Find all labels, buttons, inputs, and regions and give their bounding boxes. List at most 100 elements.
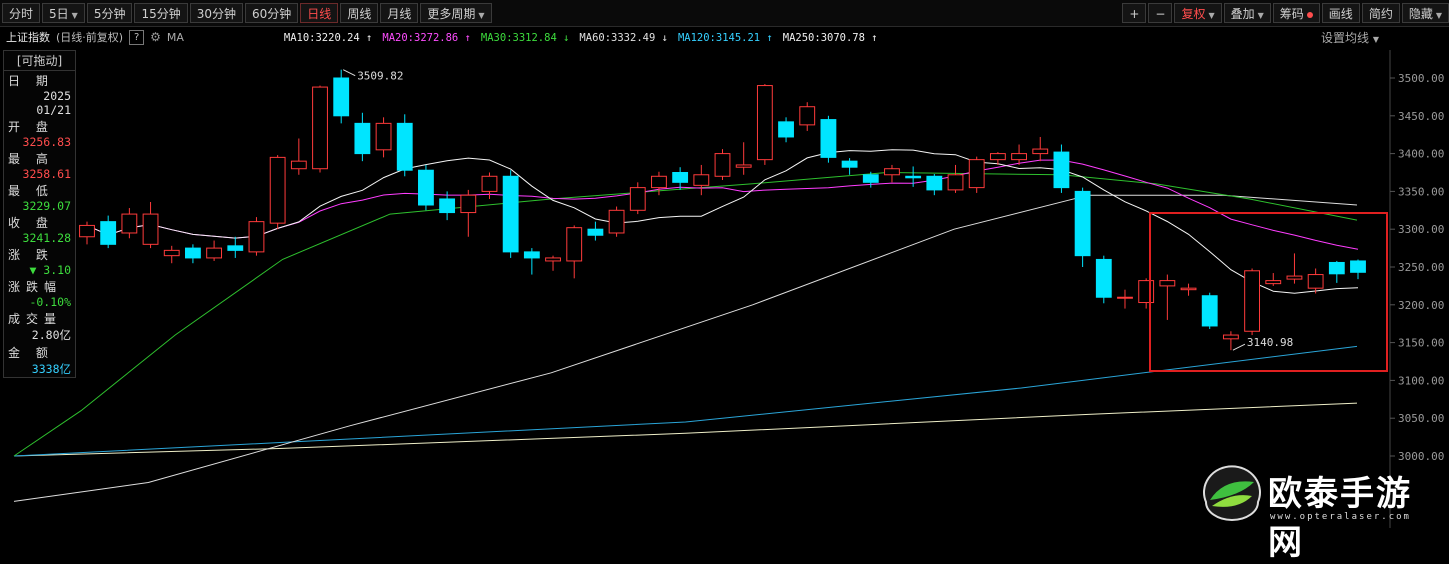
info-label: 收 盘 (8, 216, 54, 230)
info-value: 3229.07 (22, 199, 71, 213)
y-tick-label: 3350.00 (1398, 185, 1444, 198)
gamepad-leaf-icon (1203, 465, 1261, 522)
candle-body (1244, 270, 1260, 332)
info-value: 2025 (43, 89, 71, 103)
info-panel[interactable]: [可拖动] 日 期 2025 01/21 开 盘 3256.83 最 高 3258.61 最 … (3, 50, 76, 378)
candle-body (523, 251, 540, 259)
candle-body (672, 172, 689, 183)
candle-body (862, 174, 879, 183)
info-label: 金 额 (8, 346, 54, 360)
info-label: 成交量 (8, 312, 63, 326)
info-label: 日 期 (8, 74, 54, 88)
candle-body (1265, 280, 1282, 285)
candle-body (1074, 190, 1091, 257)
candle-body (439, 198, 456, 214)
candle-body (1117, 296, 1133, 299)
ma30-line (13, 171, 1358, 457)
candle-body (206, 247, 223, 259)
candle-body (820, 119, 837, 158)
candle-body (693, 174, 710, 186)
candle-body (735, 164, 752, 168)
candle-body (121, 213, 138, 234)
candle-body (1138, 280, 1155, 304)
candle-body (1011, 153, 1027, 161)
candle-body (1350, 260, 1366, 273)
candle-body (1053, 151, 1070, 189)
info-value: 3258.61 (22, 167, 71, 181)
y-tick-label: 3150.00 (1398, 337, 1444, 350)
info-value: 3256.83 (22, 135, 71, 149)
info-label: 开 盘 (8, 120, 54, 134)
candle-body (1201, 295, 1218, 327)
candle-body (418, 169, 434, 206)
candlestick-chart[interactable]: 3500.00 3450.00 3400.00 3350.00 3300.00 3250.… (0, 0, 1449, 530)
info-label: 涨 跌 (8, 248, 54, 262)
candle-body (396, 122, 413, 171)
info-value: -0.10% (29, 295, 71, 309)
y-tick-label: 3250.00 (1398, 261, 1444, 274)
candle-body (884, 168, 900, 176)
candle-body (460, 194, 477, 214)
candle-body (333, 77, 350, 117)
drag-handle[interactable]: [可拖动] (4, 51, 75, 71)
low-annotation-label: 3140.98 (1247, 336, 1293, 349)
candle-body (248, 221, 265, 253)
high-annotation-label: 3509.82 (357, 70, 403, 83)
y-tick-label: 3100.00 (1398, 374, 1444, 387)
y-tick-label: 3050.00 (1398, 412, 1444, 425)
info-label: 涨跌幅 (8, 280, 63, 294)
candle-body (1032, 148, 1049, 155)
candle-body (142, 213, 159, 245)
candle-body (163, 249, 180, 257)
y-tick-label: 3500.00 (1398, 72, 1444, 85)
candle-body (608, 209, 625, 234)
info-value: 01/21 (36, 103, 71, 117)
watermark-logo: 欧泰手游网 www.opteralaser.com (1200, 462, 1440, 563)
candle-body (312, 86, 328, 170)
candle-body (1286, 275, 1303, 280)
candle-body (799, 106, 816, 126)
candle-body (1222, 334, 1239, 340)
candle-body (1328, 261, 1345, 275)
candle-body (375, 122, 392, 151)
candle-body (629, 187, 646, 211)
candle-body (79, 224, 95, 238)
info-value: 3241.28 (22, 231, 71, 245)
candle-body (778, 121, 794, 138)
candle-body (481, 175, 498, 192)
high-annotation-arrow (342, 69, 356, 77)
info-label: 最 低 (8, 184, 54, 198)
candle-body (1307, 274, 1324, 289)
ma250-line (13, 402, 1358, 457)
candle-body (714, 153, 731, 177)
candle-body (545, 257, 561, 262)
candle-body (651, 175, 667, 189)
candle-body (354, 122, 371, 155)
candle-body (905, 175, 922, 179)
candle-body (587, 228, 604, 236)
low-annotation-arrow (1232, 343, 1246, 351)
info-value: ▼ 3.10 (29, 263, 71, 277)
candle-body (947, 174, 964, 191)
candle-body (1180, 287, 1197, 291)
candle-body (1159, 280, 1176, 287)
candle-body (269, 156, 286, 224)
candle-body (502, 175, 519, 253)
candle-body (227, 245, 244, 251)
candle-body (185, 247, 201, 259)
y-tick-label: 3300.00 (1398, 223, 1444, 236)
candle-body (1095, 258, 1112, 298)
ma60-line (13, 194, 1358, 502)
candle-body (100, 221, 117, 245)
candle-body (290, 160, 307, 170)
candle-body (926, 175, 943, 191)
ma120-line (13, 345, 1358, 457)
candle-body (756, 85, 773, 161)
y-tick-label: 3400.00 (1398, 148, 1444, 161)
candle-body (566, 227, 583, 262)
info-label: 最 高 (8, 152, 54, 166)
info-value: 3338亿 (31, 362, 71, 376)
y-tick-label: 3200.00 (1398, 299, 1444, 312)
candle-body (968, 159, 985, 189)
info-value: 2.80亿 (31, 328, 71, 342)
